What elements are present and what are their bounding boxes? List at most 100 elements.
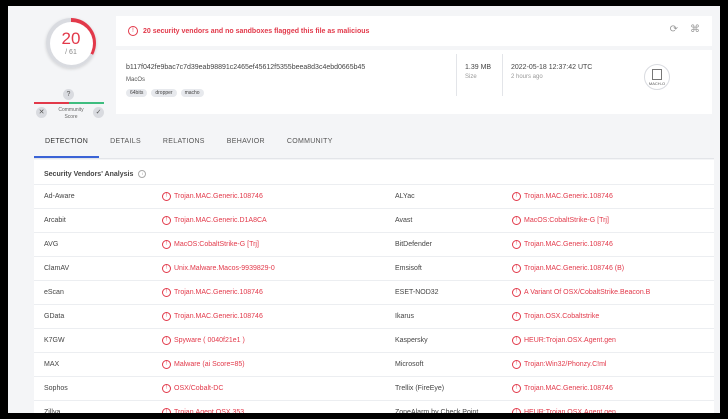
vendor-name: Arcabit	[44, 217, 66, 224]
vendor-name: Zillya	[44, 409, 61, 413]
vendor-name: Sophos	[44, 385, 68, 392]
community-score-bar	[34, 102, 104, 104]
detection-result[interactable]: Trojan.MAC.Generic.108746	[174, 289, 263, 296]
detection-alert-icon: !	[162, 312, 171, 321]
detection-count: 20	[61, 29, 81, 48]
detection-alert-icon: !	[162, 408, 171, 413]
detection-alert: ! 20 security vendors and no sandboxes f…	[116, 16, 712, 46]
detection-alert-icon: !	[512, 312, 521, 321]
detection-alert-icon: !	[512, 192, 521, 201]
detection-result[interactable]: Spyware ( 0040f21e1 )	[174, 337, 245, 344]
detection-result[interactable]: Trojan:Win32/Phonzy.C!ml	[524, 361, 606, 368]
tab-relations[interactable]: RELATIONS	[152, 128, 216, 158]
table-row: eScan! Trojan.MAC.Generic.108746 ESET-NOD3…	[34, 280, 714, 304]
detection-result[interactable]: Trojan.MAC.Generic.108746	[524, 241, 613, 248]
detection-result[interactable]: Trojan.MAC.Generic.108746	[174, 193, 263, 200]
detection-alert-icon: !	[162, 216, 171, 225]
table-row: AVG! MacOS:CobaltStrike-G [Trj] BitDefende…	[34, 232, 714, 256]
vendor-name: ClamAV	[44, 265, 70, 272]
vendor-name: MAX	[44, 361, 60, 368]
detection-alert-icon: !	[512, 264, 521, 273]
detection-result[interactable]: MacOS:CobaltStrike-G [Trj]	[524, 217, 609, 224]
detection-alert-icon: !	[512, 384, 521, 393]
detection-result[interactable]: Trojan.Agent.OSX.353	[174, 409, 244, 413]
detection-result[interactable]: A Variant Of OSX/CobaltStrike.Beacon.B	[524, 289, 650, 296]
file-tags: 64bits dropper macho	[126, 89, 204, 97]
detection-alert-icon: !	[162, 360, 171, 369]
detection-result[interactable]: MacOS:CobaltStrike-G [Trj]	[174, 241, 259, 248]
detection-result[interactable]: Trojan.MAC.Generic.108746	[524, 193, 613, 200]
detection-alert-icon: !	[162, 336, 171, 345]
detection-result[interactable]: OSX/Cobalt-DC	[174, 385, 223, 392]
vendor-name: K7GW	[44, 337, 65, 344]
tab-detection[interactable]: DETECTION	[34, 128, 100, 158]
file-type-badge: MACH-O	[644, 64, 670, 90]
table-row: GData! Trojan.MAC.Generic.108746 Ikarus! Tr…	[34, 304, 714, 328]
detection-score-ring: 20 / 61	[46, 18, 96, 68]
detection-alert-icon: !	[512, 360, 521, 369]
community-score: ? ✕ Community Score ✓	[34, 86, 108, 132]
vendor-name: Emsisoft	[395, 265, 422, 272]
alert-tools: ⟳ ⌘	[670, 24, 700, 35]
vendor-name: ESET-NOD32	[395, 289, 439, 296]
vendor-name: eScan	[44, 289, 64, 296]
detection-alert-icon: !	[162, 264, 171, 273]
divider	[502, 54, 503, 96]
vendor-name: GData	[44, 313, 65, 320]
vendor-name: Trellix (FireEye)	[395, 385, 445, 392]
detection-result[interactable]: Trojan.MAC.Generic.108746 (B)	[524, 265, 624, 272]
analysis-title-text: Security Vendors' Analysis	[44, 170, 134, 178]
tab-behavior[interactable]: BEHAVIOR	[216, 128, 276, 158]
score-inner: 20 / 61	[49, 21, 93, 65]
file-hash[interactable]: b117f042fe9bac7c7d39eab98891c2465ef45612…	[126, 64, 365, 71]
alert-text: 20 security vendors and no sandboxes fla…	[143, 27, 370, 35]
divider	[456, 54, 457, 96]
tag-item[interactable]: 64bits	[126, 89, 148, 97]
file-size-label: Size	[465, 74, 477, 80]
table-row: Zillya! Trojan.Agent.OSX.353 ZoneAlarm by …	[34, 400, 714, 413]
file-info: b117f042fe9bac7c7d39eab98891c2465ef45612…	[116, 50, 712, 114]
detection-result[interactable]: Trojan.OSX.Cobaltstrike	[524, 313, 599, 320]
analysis-date-value: 2022-05-18 12:37:42 UTC	[511, 64, 593, 71]
detection-result[interactable]: Malware (ai Score=85)	[174, 361, 245, 368]
tab-community[interactable]: COMMUNITY	[276, 128, 344, 158]
detection-result[interactable]: HEUR:Trojan.OSX.Agent.gen	[524, 409, 616, 413]
detection-result[interactable]: Trojan.MAC.Generic.108746	[524, 385, 613, 392]
detection-alert-icon: !	[512, 408, 521, 413]
similar-icon[interactable]: ⌘	[690, 24, 700, 35]
table-row: Sophos! OSX/Cobalt-DC Trellix (FireEye)! Tr…	[34, 376, 714, 400]
detection-result[interactable]: Trojan.MAC.Generic.D1A8CA	[174, 217, 267, 224]
detection-alert-icon: !	[162, 384, 171, 393]
file-type-badge-label: MACH-O	[648, 80, 666, 86]
vote-malicious-icon[interactable]: ✕	[36, 107, 47, 118]
vendors-table: Ad-Aware! Trojan.MAC.Generic.108746 ALYac!…	[34, 184, 714, 413]
community-score-label: Community Score	[58, 107, 84, 120]
detection-result[interactable]: Trojan.MAC.Generic.108746	[174, 313, 263, 320]
vendor-name: Kaspersky	[395, 337, 428, 344]
table-row: MAX! Malware (ai Score=85) Microsoft! Troja…	[34, 352, 714, 376]
vendor-name: ZoneAlarm by Check Point	[395, 409, 479, 413]
table-row: ClamAV! Unix.Malware.Macos-9939829-0 Emsis…	[34, 256, 714, 280]
tag-item[interactable]: macho	[180, 89, 204, 97]
vendor-name: Avast	[395, 217, 413, 224]
vote-harmless-icon[interactable]: ✓	[93, 107, 104, 118]
detection-alert-icon: !	[512, 288, 521, 297]
file-type: MacOs	[126, 77, 146, 83]
detection-result[interactable]: HEUR:Trojan.OSX.Agent.gen	[524, 337, 616, 344]
table-row: Ad-Aware! Trojan.MAC.Generic.108746 ALYac!…	[34, 184, 714, 208]
analysis-title: Security Vendors' Analysis i	[44, 170, 147, 178]
file-size-value: 1.39 MB	[465, 64, 492, 71]
detection-total: / 61	[65, 49, 77, 56]
detection-result[interactable]: Unix.Malware.Macos-9939829-0	[174, 265, 275, 272]
vendor-name: Ikarus	[395, 313, 415, 320]
tab-details[interactable]: DETAILS	[99, 128, 152, 158]
community-question-icon: ?	[63, 89, 74, 100]
detection-alert-icon: !	[512, 240, 521, 249]
table-row: Arcabit! Trojan.MAC.Generic.D1A8CA Avast! M…	[34, 208, 714, 232]
vendor-name: Microsoft	[395, 361, 424, 368]
info-icon[interactable]: i	[138, 170, 147, 178]
reanalyze-icon[interactable]: ⟳	[670, 24, 678, 35]
table-row: K7GW! Spyware ( 0040f21e1 ) Kaspersky! HEUR…	[34, 328, 714, 352]
detection-alert-icon: !	[512, 336, 521, 345]
tag-item[interactable]: dropper	[151, 89, 177, 97]
